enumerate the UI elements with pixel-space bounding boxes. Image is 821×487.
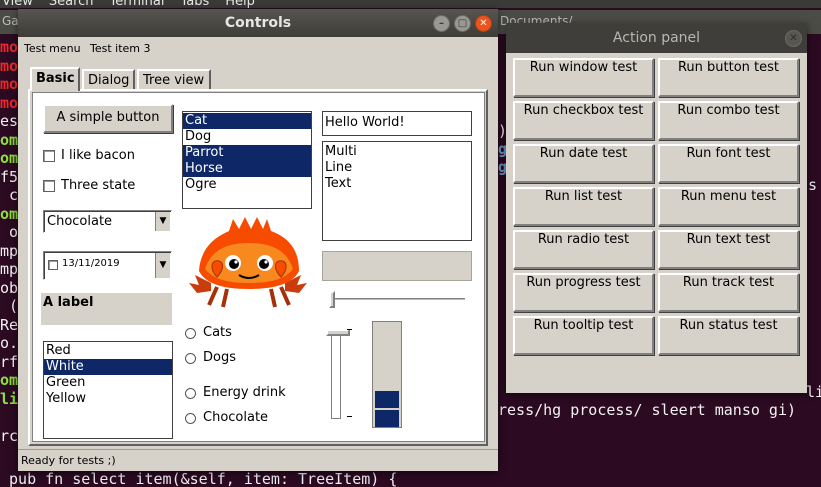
animal-listbox[interactable]: Cat Dog Parrot Horse Ogre: [182, 111, 312, 209]
controls-title: Controls: [224, 15, 292, 31]
vertical-progress-bar: [372, 321, 402, 428]
progress-segment: [375, 410, 399, 427]
radio-cats-label: Cats: [203, 325, 232, 340]
label-box: A label: [41, 293, 172, 325]
status-bar: Ready for tests ;): [18, 449, 498, 471]
run-checkbox-test-button[interactable]: Run checkbox test: [513, 101, 654, 140]
multiline-text-line: Line: [325, 160, 353, 175]
action-close-button[interactable]: ✕: [785, 30, 802, 47]
progress-segment: [375, 391, 399, 408]
animal-list-item[interactable]: Horse: [183, 161, 311, 177]
empty-label-panel: [322, 251, 472, 281]
menu-bar: Test menu Test item 3: [18, 37, 498, 59]
run-text-test-button[interactable]: Run text test: [658, 230, 799, 269]
vertical-trackbar-thumb[interactable]: [326, 329, 350, 336]
color-list-item[interactable]: Red: [44, 343, 172, 359]
terminal-menu-tabs[interactable]: Tabs: [180, 0, 209, 9]
terminal-line: es: [0, 112, 19, 130]
run-tooltip-test-button[interactable]: Run tooltip test: [513, 316, 654, 355]
horizontal-trackbar-track: [329, 298, 465, 301]
tab-content: A simple button I like bacon Three state…: [32, 92, 485, 442]
menu-test-item-3[interactable]: Test item 3: [90, 42, 151, 55]
tab-basic[interactable]: Basic: [30, 67, 80, 91]
animal-list-item[interactable]: Parrot: [183, 145, 311, 161]
terminal-menubar: View Search Terminal Tabs Help: [0, 0, 821, 9]
multiline-text-line: Text: [325, 176, 352, 191]
terminal-tab-left[interactable]: Ga: [2, 14, 19, 28]
terminal-menu-help[interactable]: Help: [225, 0, 255, 9]
hello-text-input[interactable]: Hello World!: [322, 111, 472, 136]
run-track-test-button[interactable]: Run track test: [658, 273, 799, 312]
radio-cats[interactable]: [185, 328, 196, 339]
three-state-checkbox[interactable]: [43, 180, 55, 192]
maximize-button[interactable]: □: [454, 15, 471, 32]
minimize-button[interactable]: –: [433, 15, 450, 32]
date-value: 13/11/2019: [62, 258, 120, 269]
chevron-down-icon[interactable]: ▼: [155, 212, 170, 231]
three-state-checkbox-label: Three state: [61, 178, 136, 193]
terminal-line-right: ress/hg process/ sleert manso gi): [498, 401, 797, 419]
run-list-test-button[interactable]: Run list test: [513, 187, 654, 226]
vertical-trackbar-track: [331, 329, 341, 419]
trackbar-tick-top: [347, 329, 352, 330]
run-font-test-button[interactable]: Run font test: [658, 144, 799, 183]
run-combo-test-button[interactable]: Run combo test: [658, 101, 799, 140]
terminal-menu-terminal[interactable]: Terminal: [110, 0, 165, 9]
radio-dogs[interactable]: [185, 353, 196, 364]
terminal-line-right: li: [806, 383, 821, 401]
run-button-test-button[interactable]: Run button test: [658, 58, 799, 97]
color-list-item[interactable]: Green: [44, 375, 172, 391]
run-window-test-button[interactable]: Run window test: [513, 58, 654, 97]
action-panel-window: Action panel ✕ Run window test Run button…: [506, 23, 807, 393]
tab-tree-view[interactable]: Tree view: [137, 69, 211, 91]
combo-value: Chocolate: [47, 214, 113, 229]
radio-chocolate-label: Chocolate: [203, 410, 269, 425]
menu-test-menu[interactable]: Test menu: [24, 42, 81, 55]
radio-dogs-label: Dogs: [203, 350, 236, 365]
animal-list-item[interactable]: Ogre: [183, 177, 311, 193]
run-date-test-button[interactable]: Run date test: [513, 144, 654, 183]
calendar-dropdown-icon[interactable]: ▼: [155, 253, 170, 278]
tab-dialog[interactable]: Dialog: [82, 69, 135, 91]
animal-list-item[interactable]: Dog: [183, 129, 311, 145]
trackbar-tick-bottom: [347, 416, 352, 417]
date-checkbox[interactable]: [48, 260, 58, 270]
crab-body-icon: [189, 217, 307, 308]
ferris-crab-image: [189, 217, 307, 308]
run-status-test-button[interactable]: Run status test: [658, 316, 799, 355]
text-input-value: Hello World!: [325, 115, 405, 130]
run-progress-test-button[interactable]: Run progress test: [513, 273, 654, 312]
multiline-text-line: Multi: [325, 144, 357, 159]
run-radio-test-button[interactable]: Run radio test: [513, 230, 654, 269]
color-list-item[interactable]: White: [44, 359, 172, 375]
action-panel-title: Action panel: [612, 30, 701, 46]
action-panel-titlebar[interactable]: Action panel ✕: [506, 23, 807, 53]
horizontal-trackbar-thumb[interactable]: [329, 291, 335, 308]
status-text: Ready for tests ;): [21, 454, 116, 467]
a-label: A label: [43, 295, 94, 310]
multiline-text-area[interactable]: Multi Line Text: [322, 141, 472, 241]
controls-titlebar[interactable]: Controls – □ ✕: [18, 9, 498, 37]
food-combobox[interactable]: Chocolate ▼: [43, 210, 172, 233]
date-picker[interactable]: 13/11/2019 ▼: [43, 251, 172, 280]
terminal-line-right: s: [808, 176, 818, 194]
run-menu-test-button[interactable]: Run menu test: [658, 187, 799, 226]
animal-list-item[interactable]: Cat: [183, 113, 311, 129]
radio-energy-drink-label: Energy drink: [203, 385, 286, 400]
color-listbox[interactable]: Red White Green Yellow: [43, 341, 173, 439]
color-list-item[interactable]: Yellow: [44, 391, 172, 407]
terminal-code-line: pub fn select item(&self, item: TreeItem…: [0, 470, 398, 487]
controls-window: Controls – □ ✕ Test menu Test item 3 Bas…: [18, 9, 498, 471]
simple-button[interactable]: A simple button: [43, 104, 173, 133]
close-button[interactable]: ✕: [475, 15, 492, 32]
terminal-menu-search[interactable]: Search: [49, 0, 94, 9]
radio-chocolate[interactable]: [185, 413, 196, 424]
terminal-menu-view[interactable]: View: [2, 0, 33, 9]
bacon-checkbox[interactable]: [43, 150, 55, 162]
radio-energy-drink[interactable]: [185, 388, 196, 399]
bacon-checkbox-label: I like bacon: [61, 148, 135, 163]
